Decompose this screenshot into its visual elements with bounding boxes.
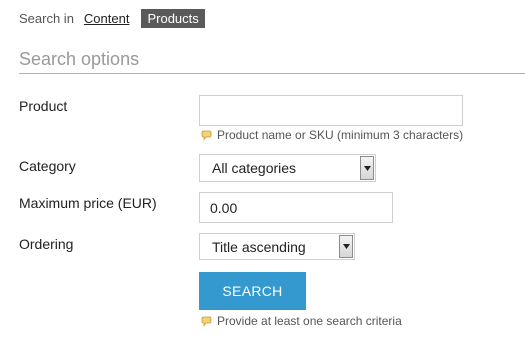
- max-price-label: Maximum price (EUR): [19, 195, 157, 211]
- search-criteria-hint-text: Provide at least one search criteria: [217, 314, 402, 328]
- category-dropdown-arrow[interactable]: [360, 156, 374, 180]
- category-selected-value: All categories: [212, 160, 297, 176]
- product-label: Product: [19, 98, 68, 114]
- search-in-label: Search in: [19, 11, 74, 26]
- product-hint-text: Product name or SKU (minimum 3 character…: [217, 128, 464, 142]
- ordering-dropdown-arrow[interactable]: [339, 235, 353, 258]
- speech-bubble-icon: [201, 316, 212, 327]
- category-select[interactable]: All categories: [199, 154, 376, 182]
- ordering-selected-value: Title ascending: [212, 238, 306, 255]
- ordering-label: Ordering: [19, 236, 74, 252]
- search-criteria-hint: Provide at least one search criteria: [201, 314, 402, 328]
- triangle-down-icon: [342, 244, 350, 249]
- tab-content[interactable]: Content: [84, 11, 130, 26]
- search-button[interactable]: SEARCH: [199, 272, 306, 310]
- search-in-bar: Search in Content Products: [19, 9, 205, 28]
- tab-products[interactable]: Products: [141, 9, 205, 28]
- section-title: Search options: [19, 49, 140, 69]
- max-price-input[interactable]: [199, 192, 393, 223]
- category-label: Category: [19, 158, 76, 174]
- triangle-down-icon: [363, 165, 371, 171]
- product-input[interactable]: [199, 95, 463, 126]
- ordering-select[interactable]: Title ascending: [199, 233, 355, 260]
- product-hint: Product name or SKU (minimum 3 character…: [201, 128, 463, 142]
- section-divider: [19, 73, 525, 74]
- speech-bubble-icon: [201, 130, 212, 141]
